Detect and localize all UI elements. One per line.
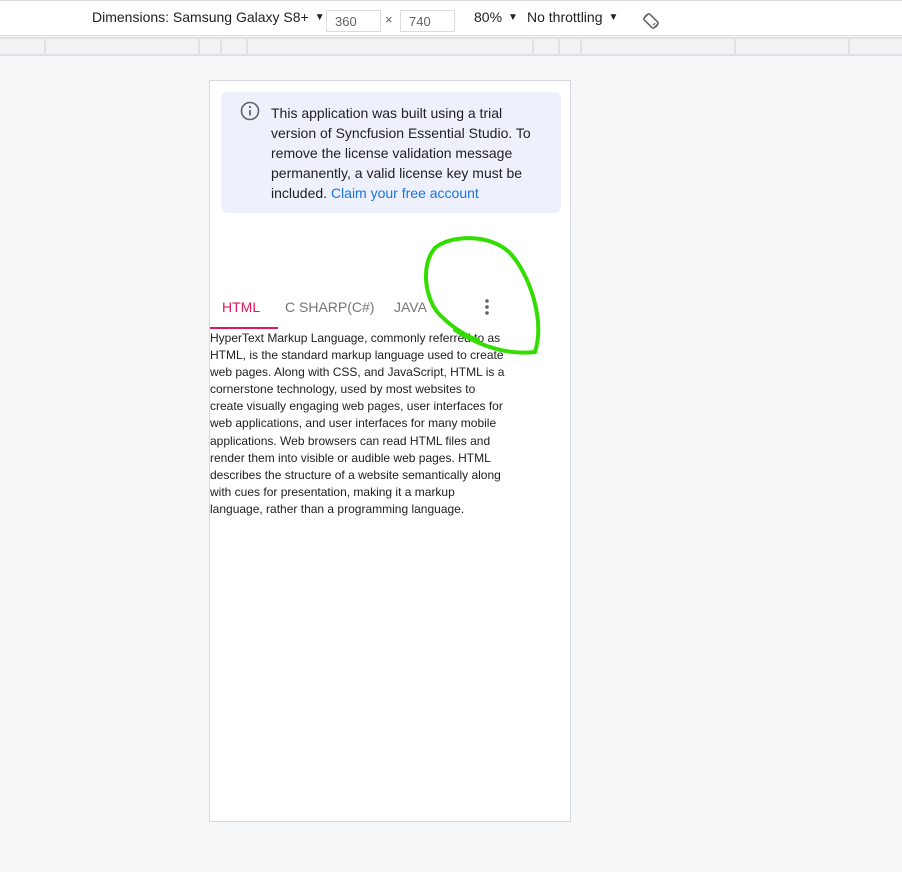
media-query-segment[interactable] bbox=[248, 39, 532, 54]
tab-csharp[interactable]: C SHARP(C#) bbox=[285, 299, 374, 315]
dimensions-dropdown[interactable]: Dimensions: Samsung Galaxy S8+ ▼ bbox=[92, 9, 325, 25]
tab-html[interactable]: HTML bbox=[222, 299, 260, 315]
chevron-down-icon: ▼ bbox=[508, 12, 518, 23]
media-query-segment[interactable] bbox=[0, 39, 44, 54]
tab-java[interactable]: JAVA bbox=[394, 299, 427, 315]
media-query-segment[interactable] bbox=[222, 39, 246, 54]
media-query-segment[interactable] bbox=[582, 39, 734, 54]
zoom-label: 80% bbox=[474, 9, 503, 25]
info-icon bbox=[240, 101, 260, 121]
media-query-segment[interactable] bbox=[200, 39, 220, 54]
tab-content: HyperText Markup Language, commonly refe… bbox=[210, 331, 505, 516]
zoom-dropdown[interactable]: 80% ▼ bbox=[474, 9, 518, 25]
license-message: This application was built using a trial… bbox=[271, 103, 551, 203]
tab-bar: HTML C SHARP(C#) JAVA bbox=[210, 294, 570, 330]
active-tab-indicator bbox=[210, 327, 278, 329]
media-query-segment[interactable] bbox=[534, 39, 558, 54]
chevron-down-icon: ▼ bbox=[314, 12, 325, 23]
chevron-down-icon: ▼ bbox=[608, 12, 619, 23]
media-query-segment[interactable] bbox=[560, 39, 580, 54]
device-viewport: This application was built using a trial… bbox=[209, 80, 571, 822]
times-symbol: × bbox=[385, 12, 393, 27]
rotate-icon[interactable] bbox=[642, 12, 660, 30]
more-vertical-icon[interactable] bbox=[484, 298, 490, 316]
height-input[interactable]: 740 bbox=[400, 10, 455, 32]
media-query-segment[interactable] bbox=[46, 39, 198, 54]
device-toolbar: Dimensions: Samsung Galaxy S8+ ▼ 360 × 74… bbox=[0, 0, 902, 36]
claim-account-link[interactable]: Claim your free account bbox=[331, 185, 479, 201]
throttling-dropdown[interactable]: No throttling ▼ bbox=[527, 9, 618, 25]
license-banner: This application was built using a trial… bbox=[221, 92, 561, 213]
media-query-segment[interactable] bbox=[736, 39, 848, 54]
media-query-bar bbox=[0, 37, 902, 56]
throttling-label: No throttling bbox=[527, 9, 603, 25]
dimensions-label: Dimensions: Samsung Galaxy S8+ bbox=[92, 9, 309, 25]
media-query-segment[interactable] bbox=[850, 39, 902, 54]
width-input[interactable]: 360 bbox=[326, 10, 381, 32]
